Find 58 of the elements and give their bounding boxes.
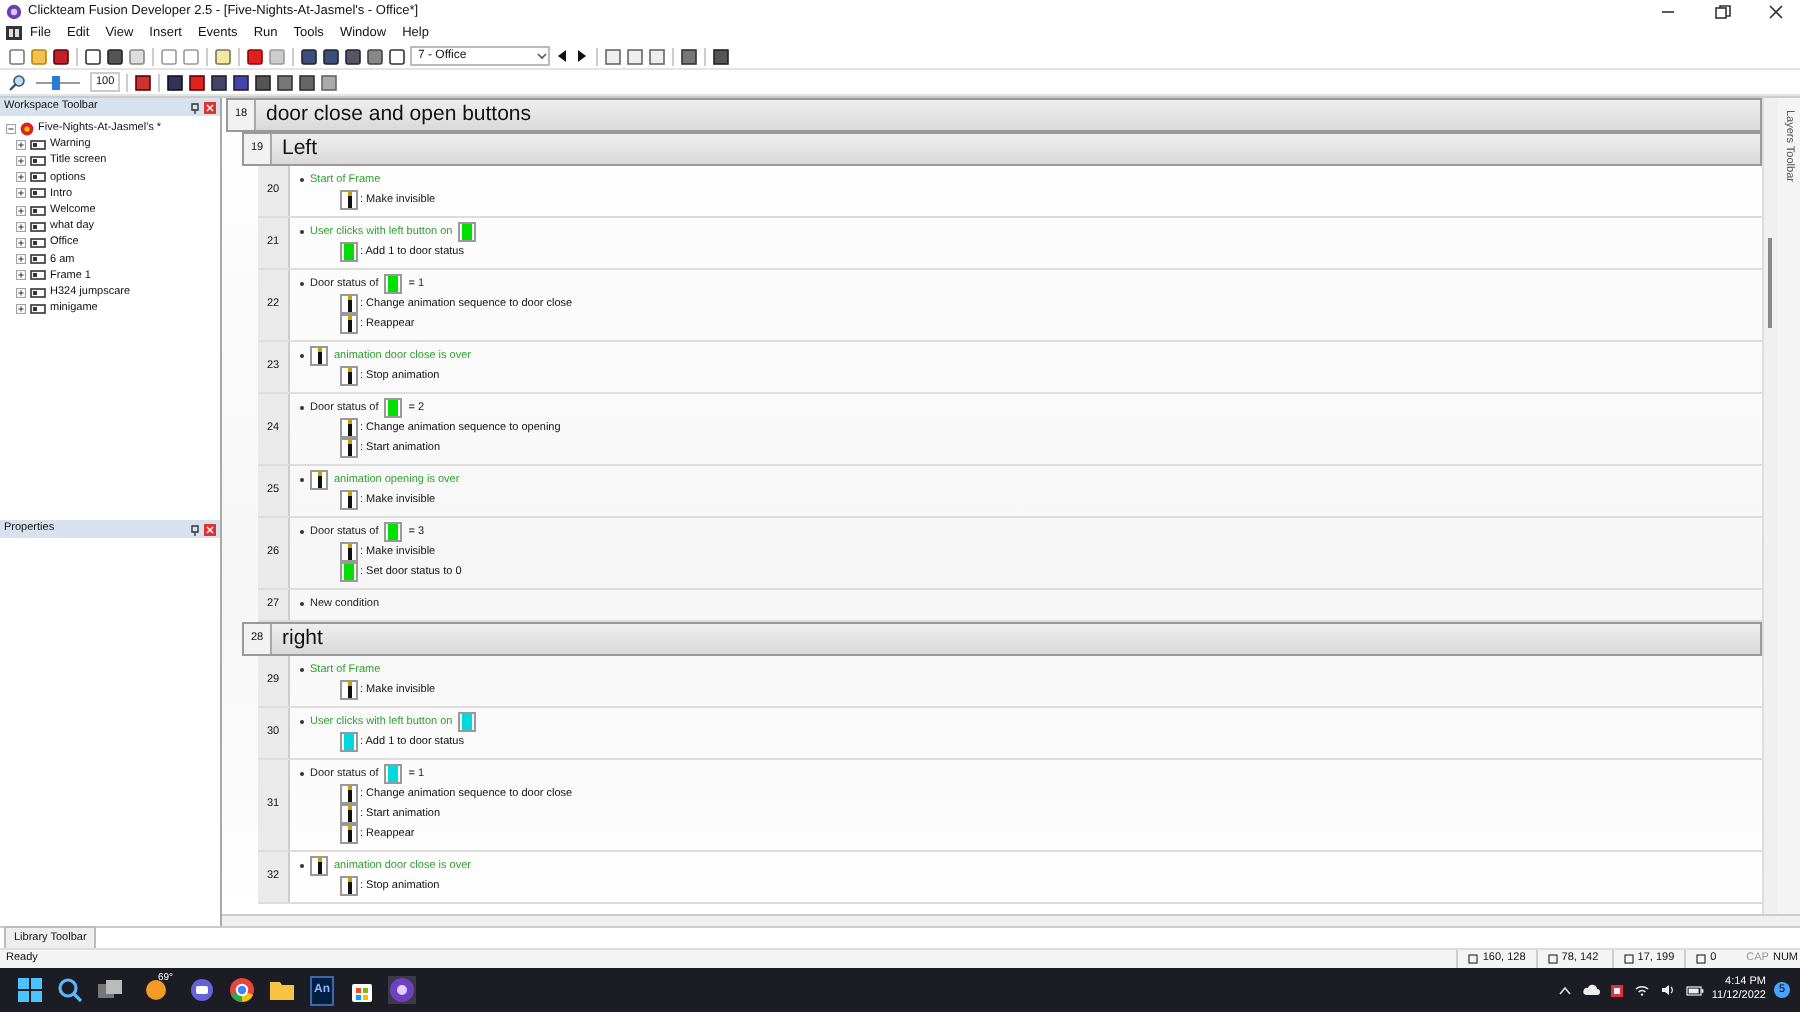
horizontal-scrollbar[interactable] bbox=[222, 914, 1800, 926]
door-object-icon bbox=[340, 542, 358, 562]
door-object-icon bbox=[340, 784, 358, 804]
sun-icon bbox=[144, 978, 168, 1002]
app-tray-icon[interactable] bbox=[1609, 983, 1624, 997]
app-logo-icon bbox=[6, 3, 22, 19]
expand-icon[interactable] bbox=[16, 287, 26, 298]
expand-icon[interactable] bbox=[16, 205, 26, 216]
door-object-icon bbox=[340, 680, 358, 700]
expand-icon[interactable] bbox=[16, 238, 26, 249]
expand-icon[interactable] bbox=[16, 221, 26, 232]
project-icon bbox=[20, 121, 34, 136]
zoom-slider[interactable] bbox=[36, 75, 80, 89]
door-object-icon bbox=[340, 190, 358, 210]
chevron-up-icon[interactable] bbox=[1557, 985, 1572, 995]
fusion-app-icon[interactable] bbox=[388, 976, 416, 1004]
door-object-icon bbox=[310, 470, 328, 490]
door-object-icon bbox=[340, 490, 358, 510]
folder-icon[interactable] bbox=[268, 976, 296, 1004]
door-object-icon bbox=[340, 438, 358, 458]
collapse-icon[interactable] bbox=[6, 123, 16, 134]
pin-icon[interactable] bbox=[190, 523, 200, 535]
caret-icon bbox=[536, 50, 548, 62]
previous-frame-icon[interactable] bbox=[554, 48, 570, 64]
expand-icon[interactable] bbox=[16, 156, 26, 166]
scrollbar[interactable] bbox=[1762, 98, 1778, 914]
next-frame-icon[interactable] bbox=[574, 48, 590, 64]
zoom-icon[interactable] bbox=[8, 73, 26, 91]
expand-icon[interactable] bbox=[16, 172, 26, 183]
door-object-icon bbox=[310, 856, 328, 876]
door-object-icon bbox=[340, 824, 358, 844]
task-view-icon[interactable] bbox=[96, 976, 124, 1004]
browser-icon[interactable] bbox=[228, 976, 256, 1004]
cloud-icon[interactable] bbox=[1581, 984, 1600, 996]
door-object-icon bbox=[340, 314, 358, 334]
group-title: Left bbox=[280, 133, 318, 164]
start-icon[interactable] bbox=[16, 976, 44, 1004]
door-object-icon bbox=[340, 876, 358, 896]
expand-icon[interactable] bbox=[16, 188, 26, 199]
expand-icon[interactable] bbox=[16, 139, 26, 150]
expand-icon[interactable] bbox=[16, 270, 26, 281]
group-title: right bbox=[280, 623, 323, 654]
search-icon[interactable] bbox=[56, 976, 84, 1004]
app-menu-icon[interactable] bbox=[6, 26, 22, 40]
wifi-icon[interactable] bbox=[1633, 984, 1650, 996]
pin-icon[interactable] bbox=[190, 101, 200, 113]
battery-icon[interactable] bbox=[1685, 985, 1704, 995]
door-object-icon bbox=[340, 366, 358, 386]
expand-icon[interactable] bbox=[16, 254, 26, 265]
door-object-icon bbox=[310, 346, 328, 366]
speaker-icon[interactable] bbox=[1659, 984, 1676, 996]
door-object-icon bbox=[340, 804, 358, 824]
slider-thumb[interactable] bbox=[52, 75, 61, 89]
door-object-icon bbox=[340, 294, 358, 314]
group-title: door close and open buttons bbox=[264, 99, 532, 130]
chat-icon[interactable] bbox=[188, 976, 216, 1004]
door-object-icon bbox=[340, 418, 358, 438]
expand-icon[interactable] bbox=[16, 303, 26, 314]
